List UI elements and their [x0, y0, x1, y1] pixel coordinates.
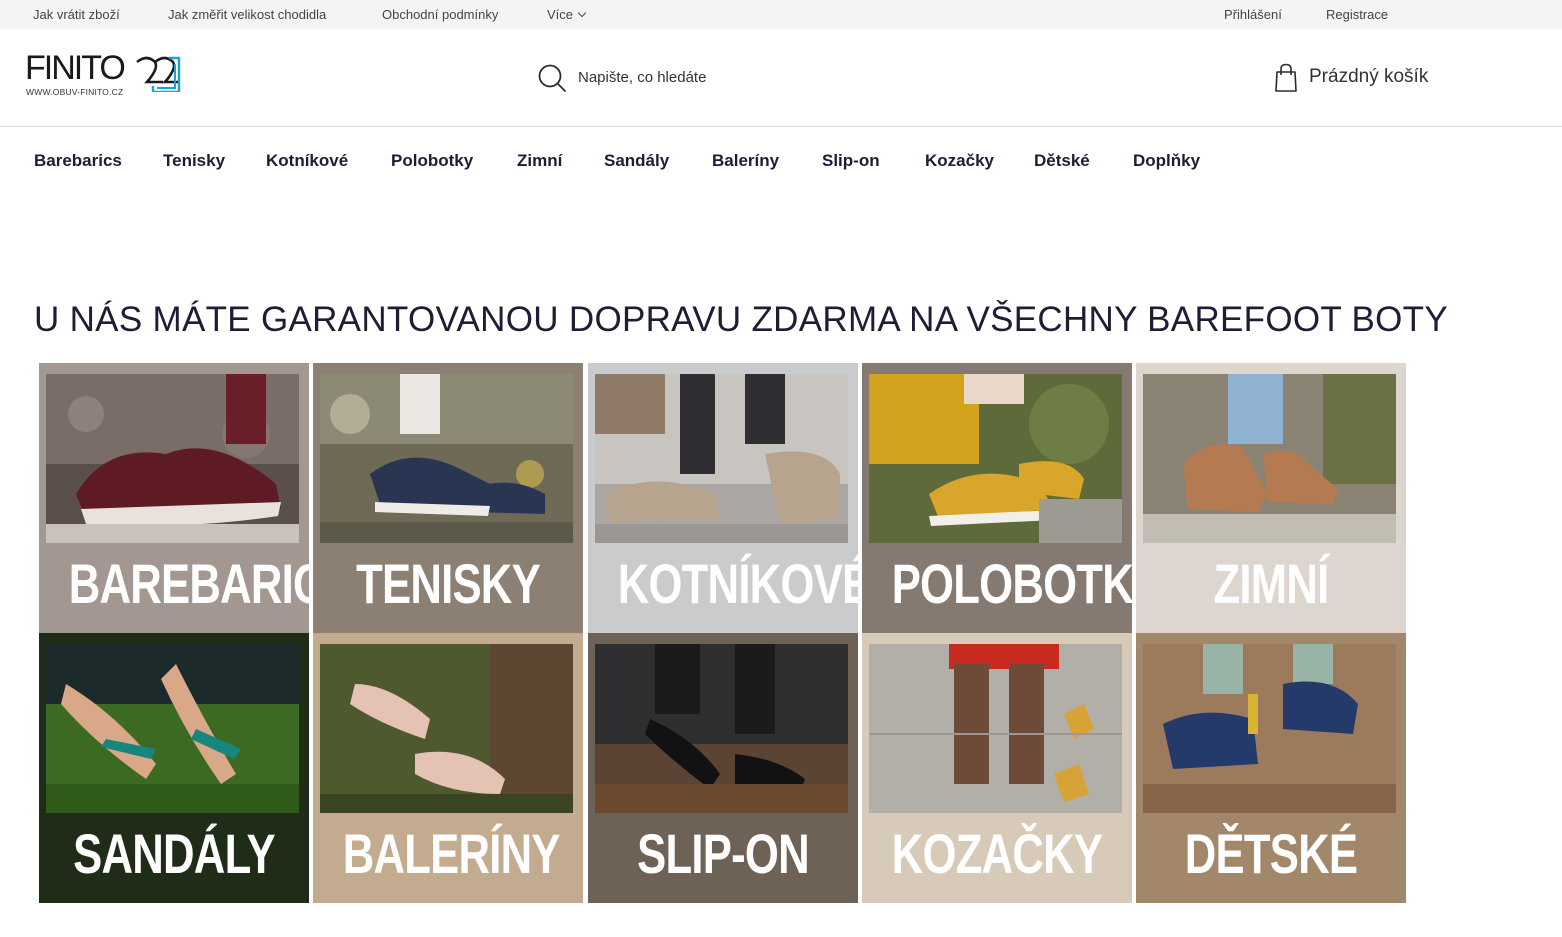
- category-tile-detske[interactable]: DĚTSKÉ: [1136, 633, 1406, 903]
- category-tile-kozacky[interactable]: KOZAČKY: [862, 633, 1132, 903]
- tile-label: BAREBARICS: [68, 552, 309, 615]
- nav-item-zimni[interactable]: Zimní: [517, 151, 562, 171]
- tenisky-photo: [320, 374, 573, 543]
- more-menu[interactable]: Více: [547, 7, 587, 22]
- nav-item-doplnky[interactable]: Doplňky: [1133, 151, 1200, 171]
- nav-item-detske[interactable]: Dětské: [1034, 151, 1090, 171]
- category-tile-kotnikove[interactable]: KOTNÍKOVÉ: [588, 363, 858, 633]
- top-utility-bar: Jak vrátit zboží Jak změřit velikost cho…: [0, 0, 1562, 29]
- tile-label: ZIMNÍ: [1213, 552, 1329, 615]
- category-tile-polobotky[interactable]: POLOBOTKY: [862, 363, 1132, 633]
- tile-label: SLIP-ON: [637, 822, 809, 885]
- category-tile-sandaly[interactable]: SANDÁLY: [39, 633, 309, 903]
- login-link[interactable]: Přihlášení: [1224, 7, 1282, 22]
- logo-mark-icon: [136, 56, 181, 92]
- kozacky-photo: [869, 644, 1122, 813]
- nav-item-slip-on[interactable]: Slip-on: [822, 151, 880, 171]
- kotnikove-photo: [595, 374, 848, 543]
- barebarics-photo: [46, 374, 299, 543]
- return-goods-link[interactable]: Jak vrátit zboží: [33, 7, 120, 22]
- page-headline: U NÁS MÁTE GARANTOVANOU DOPRAVU ZDARMA N…: [34, 300, 1448, 339]
- cart-button[interactable]: Prázdný košík: [1274, 63, 1444, 95]
- logo-wordmark: FINITO: [25, 49, 126, 87]
- main-nav: Barebarics Tenisky Kotníkové Polobotky Z…: [0, 127, 1562, 193]
- tile-label: SANDÁLY: [73, 822, 275, 885]
- search-input[interactable]: Napište, co hledáte: [537, 63, 837, 93]
- tile-label: KOZAČKY: [891, 822, 1103, 885]
- chevron-down-icon: [577, 8, 587, 18]
- tile-label: DĚTSKÉ: [1184, 822, 1358, 885]
- cart-label: Prázdný košík: [1309, 66, 1429, 87]
- foot-size-link[interactable]: Jak změřit velikost chodidla: [168, 7, 326, 22]
- tile-label: TENISKY: [356, 552, 541, 615]
- category-tile-baleriny[interactable]: BALERÍNY: [313, 633, 583, 903]
- nav-item-polobotky[interactable]: Polobotky: [391, 151, 473, 171]
- nav-item-barebarics[interactable]: Barebarics: [34, 151, 122, 171]
- site-logo[interactable]: FINITO WWW.OBUV-FINITO.CZ: [25, 50, 185, 100]
- nav-item-tenisky[interactable]: Tenisky: [163, 151, 225, 171]
- nav-item-kozacky[interactable]: Kozačky: [925, 151, 994, 171]
- shopping-bag-icon: [1275, 63, 1297, 92]
- search-icon: [538, 64, 566, 92]
- logo-url: WWW.OBUV-FINITO.CZ: [26, 87, 124, 97]
- category-tile-slip-on[interactable]: SLIP-ON: [588, 633, 858, 903]
- polobotky-photo: [869, 374, 1122, 543]
- more-menu-label: Více: [547, 7, 574, 22]
- slip-on-photo: [595, 644, 848, 813]
- detske-photo: [1143, 644, 1396, 813]
- category-tile-barebarics[interactable]: BAREBARICS: [39, 363, 309, 633]
- tile-label: BALERÍNY: [342, 822, 561, 885]
- category-tile-tenisky[interactable]: TENISKY: [313, 363, 583, 633]
- tile-label: KOTNÍKOVÉ: [617, 552, 858, 615]
- nav-item-kotnikove[interactable]: Kotníkové: [266, 151, 348, 171]
- nav-item-sandaly[interactable]: Sandály: [604, 151, 669, 171]
- terms-link[interactable]: Obchodní podmínky: [382, 7, 498, 22]
- search-placeholder: Napište, co hledáte: [578, 69, 707, 86]
- sandaly-photo: [46, 644, 299, 813]
- tile-label: POLOBOTKY: [891, 552, 1132, 615]
- register-link[interactable]: Registrace: [1326, 7, 1388, 22]
- site-header: FINITO WWW.OBUV-FINITO.CZ Napište, co hl…: [0, 29, 1562, 127]
- baleriny-photo: [320, 644, 573, 813]
- category-tile-zimni[interactable]: ZIMNÍ: [1136, 363, 1406, 633]
- nav-item-baleriny[interactable]: Baleríny: [712, 151, 779, 171]
- zimni-photo: [1143, 374, 1396, 543]
